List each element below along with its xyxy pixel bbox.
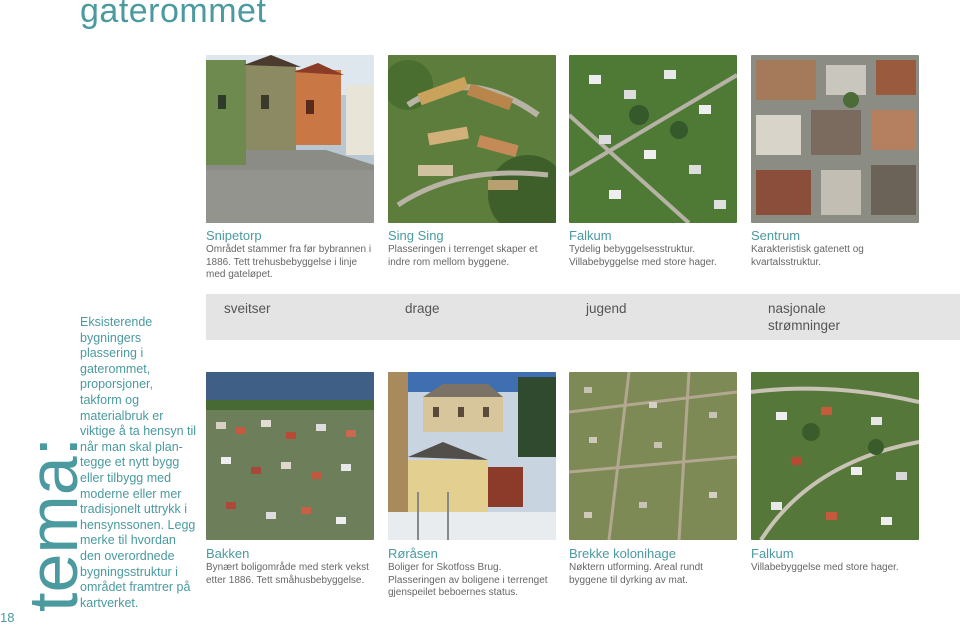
- caption-heading: Sing Sing: [388, 228, 444, 243]
- caption-text: Karakteristisk gatenett og kvartalsstruk…: [751, 244, 864, 268]
- caption-bakken: Bakken Bynært boligområde med sterk veks…: [206, 546, 376, 587]
- caption-rorasen: Røråsen Boliger for Skotfoss Brug. Plass…: [388, 546, 558, 600]
- theme-label: tema:: [14, 436, 92, 612]
- band-label-jugend: jugend: [586, 301, 627, 316]
- caption-sentrum: Sentrum Karakteristisk gatenett og kvart…: [751, 228, 921, 269]
- caption-heading: Snipetorp: [206, 228, 262, 243]
- photo-falkum-top: [569, 55, 737, 223]
- caption-text: Plasseringen i terrenget skaper et indre…: [388, 244, 538, 268]
- caption-falkum-top: Falkum Tydelig bebyggelsesstruktur. Vill…: [569, 228, 739, 269]
- caption-text: Villabebyggelse med store hager.: [751, 562, 899, 573]
- caption-text: Tydelig bebyggelsesstruktur. Villabebygg…: [569, 244, 717, 268]
- caption-text: Nøktern utforming. Areal rundt byggene t…: [569, 562, 703, 586]
- page-number: 18: [0, 610, 15, 625]
- photo-sentrum: [751, 55, 919, 223]
- photo-brekke-kolonihage: [569, 372, 737, 540]
- caption-text: Bynært boligområde med sterk vekst etter…: [206, 562, 369, 586]
- band-label-drage: drage: [405, 301, 440, 316]
- photo-falkum-bottom: [751, 372, 919, 540]
- caption-heading: Sentrum: [751, 228, 801, 243]
- photo-rorasen: [388, 372, 556, 540]
- caption-heading: Falkum: [751, 546, 794, 561]
- caption-falkum-bottom: Falkum Villabebyggelse med store hager.: [751, 546, 921, 575]
- side-text: Eksisterende bygningers plassering i gat…: [80, 315, 197, 610]
- caption-text: Området stammer fra før bybrannen i 1886…: [206, 244, 372, 280]
- band-label-nasjonale: nasjonale strømninger: [768, 301, 841, 333]
- caption-sing-sing: Sing Sing Plasseringen i terrenget skape…: [388, 228, 558, 269]
- caption-heading: Røråsen: [388, 546, 438, 561]
- style-band: sveitser drage jugend nasjonale strømnin…: [206, 294, 960, 340]
- caption-brekke: Brekke kolonihage Nøktern utforming. Are…: [569, 546, 739, 587]
- caption-text: Boliger for Skotfoss Brug. Plasseringen …: [388, 562, 548, 598]
- caption-heading: Brekke kolonihage: [569, 546, 676, 561]
- caption-snipetorp: Snipetorp Området stammer fra før bybran…: [206, 228, 376, 282]
- caption-heading: Bakken: [206, 546, 250, 561]
- photo-snipetorp: [206, 55, 374, 223]
- caption-heading: Falkum: [569, 228, 612, 243]
- photo-sing-sing: [388, 55, 556, 223]
- photo-bakken: [206, 372, 374, 540]
- band-label-sveitser: sveitser: [224, 301, 271, 316]
